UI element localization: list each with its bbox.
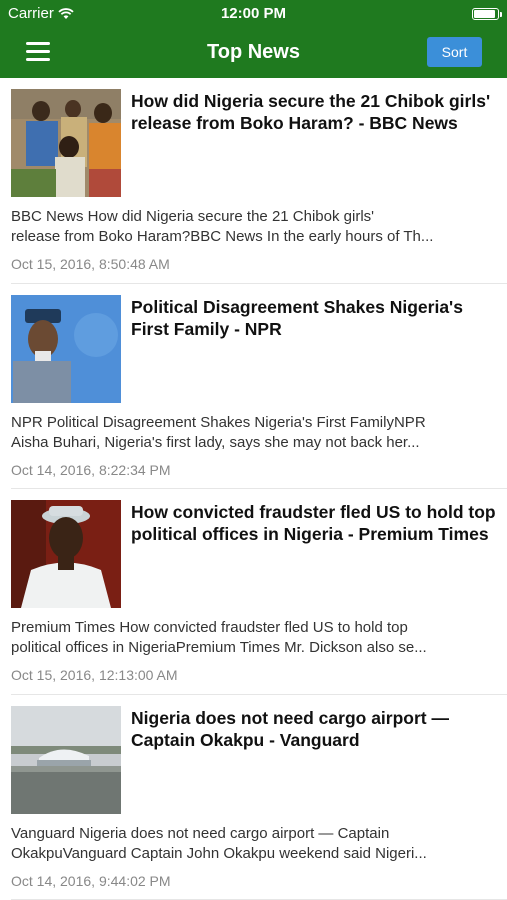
article-thumbnail bbox=[11, 294, 121, 403]
status-time: 12:00 PM bbox=[220, 5, 287, 22]
battery-icon bbox=[472, 8, 502, 20]
article-summary-line: release from Boko Haram?BBC News In the … bbox=[11, 228, 434, 245]
article-summary-line: BBC News How did Nigeria secure the 21 C… bbox=[11, 208, 375, 225]
article-headline: Nigeria does not need cargo airport — Ca… bbox=[131, 707, 449, 750]
article-headline: Political Disagreement Shakes Nigeria's … bbox=[131, 296, 463, 339]
article-date: Oct 14, 2016, 8:22:34 PM bbox=[11, 461, 171, 478]
article-thumbnail bbox=[11, 705, 121, 814]
article-summary: Vanguard Nigeria does not need cargo air… bbox=[11, 824, 495, 864]
navigation-bar: Top News Sort bbox=[0, 28, 507, 78]
article-summary: Premium Times How convicted fraudster fl… bbox=[11, 618, 495, 658]
news-item[interactable]: Political Disagreement Shakes Nigeria's … bbox=[11, 284, 507, 489]
article-headline: How convicted fraudster fled US to hold … bbox=[131, 502, 496, 544]
article-thumbnail bbox=[11, 500, 121, 608]
news-item[interactable]: Nigeria does not need cargo airport — Ca… bbox=[11, 695, 507, 900]
article-summary-line: Premium Times How convicted fraudster fl… bbox=[11, 619, 408, 636]
article-date: Oct 15, 2016, 8:50:48 AM bbox=[11, 256, 170, 272]
article-summary: NPR Political Disagreement Shakes Nigeri… bbox=[11, 413, 495, 453]
article-thumbnail bbox=[11, 89, 121, 197]
article-summary: BBC News How did Nigeria secure the 21 C… bbox=[11, 207, 495, 247]
article-summary-line: OkakpuVanguard Captain John Okakpu weeke… bbox=[11, 844, 427, 862]
article-date: Oct 14, 2016, 9:44:02 PM bbox=[11, 872, 171, 889]
news-feed: How did Nigeria secure the 21 Chibok gir… bbox=[0, 78, 507, 900]
status-bar: Carrier 12:00 PM bbox=[0, 0, 507, 28]
sort-button[interactable]: Sort bbox=[427, 37, 482, 67]
article-summary-line: Vanguard Nigeria does not need cargo air… bbox=[11, 824, 390, 842]
article-summary-line: NPR Political Disagreement Shakes Nigeri… bbox=[11, 413, 426, 431]
article-date: Oct 15, 2016, 12:13:00 AM bbox=[11, 667, 178, 683]
news-item[interactable]: How did Nigeria secure the 21 Chibok gir… bbox=[11, 78, 507, 284]
article-headline: How did Nigeria secure the 21 Chibok gir… bbox=[131, 91, 491, 133]
article-summary-line: Aisha Buhari, Nigeria's first lady, says… bbox=[11, 433, 420, 451]
news-item[interactable]: How convicted fraudster fled US to hold … bbox=[11, 489, 507, 695]
article-summary-line: political offices in NigeriaPremium Time… bbox=[11, 639, 427, 656]
battery-fill bbox=[474, 10, 495, 18]
